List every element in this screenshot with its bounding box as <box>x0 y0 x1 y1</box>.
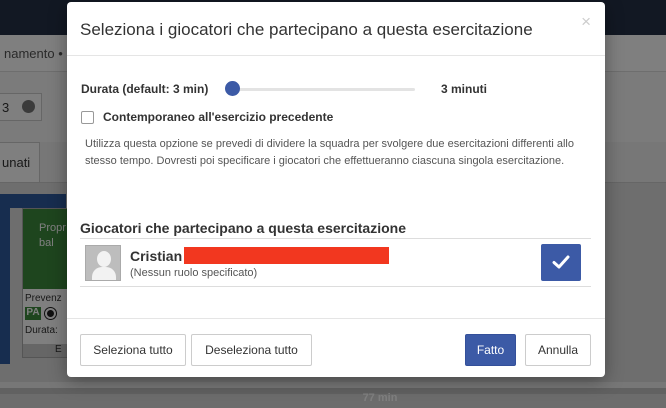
player-name: Cristian <box>130 248 183 264</box>
slider-track[interactable] <box>229 88 415 91</box>
help-text: Utilizza questa opzione se prevedi di di… <box>85 138 574 167</box>
close-icon[interactable]: × <box>581 12 591 32</box>
slider-thumb[interactable] <box>225 81 240 96</box>
select-all-button[interactable]: Seleziona tutto <box>80 334 186 366</box>
player-selected-toggle[interactable] <box>541 244 581 281</box>
modal-header: Seleziona i giocatori che partecipano a … <box>67 2 605 56</box>
done-button[interactable]: Fatto <box>465 334 516 366</box>
duration-slider[interactable] <box>225 81 415 97</box>
player-row[interactable]: Cristian (Nessun ruolo specificato) <box>80 239 591 287</box>
select-players-modal: Seleziona i giocatori che partecipano a … <box>67 2 605 377</box>
simultaneous-checkbox[interactable] <box>81 111 94 124</box>
modal-footer: Seleziona tutto Deseleziona tutto Fatto … <box>67 318 605 377</box>
checkmark-icon <box>552 255 570 269</box>
avatar-placeholder-icon <box>85 245 121 281</box>
deselect-all-button[interactable]: Deseleziona tutto <box>191 334 312 366</box>
player-role: (Nessun ruolo specificato) <box>130 267 258 279</box>
duration-label: Durata (default: 3 min) <box>81 82 209 96</box>
redaction-bar <box>184 247 389 264</box>
duration-value: 3 minuti <box>441 82 488 96</box>
players-section-title: Giocatori che partecipano a questa eserc… <box>80 220 406 236</box>
simultaneous-label[interactable]: Contemporaneo all'esercizio precedente <box>103 110 333 124</box>
modal-title: Seleziona i giocatori che partecipano a … <box>80 20 533 39</box>
cancel-button[interactable]: Annulla <box>525 334 591 366</box>
